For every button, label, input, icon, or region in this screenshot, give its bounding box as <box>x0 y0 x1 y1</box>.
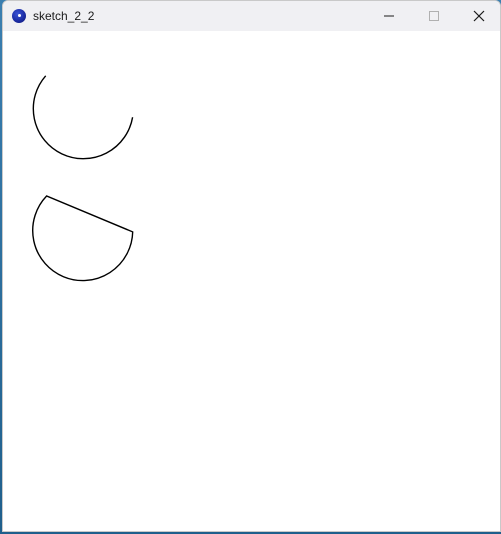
close-button[interactable] <box>456 1 500 31</box>
title-bar[interactable]: sketch_2_2 <box>3 1 500 31</box>
window-title: sketch_2_2 <box>33 9 95 23</box>
maximize-icon <box>429 11 439 21</box>
processing-app-icon <box>12 9 26 23</box>
minimize-button[interactable] <box>366 1 412 31</box>
sketch-canvas[interactable] <box>3 31 500 531</box>
open-arc-shape <box>32 75 134 160</box>
minimize-icon <box>384 15 394 17</box>
canvas-drawing <box>32 75 134 282</box>
maximize-button[interactable] <box>411 1 457 31</box>
sketch-window: sketch_2_2 <box>2 0 501 532</box>
close-icon <box>473 10 485 22</box>
chord-arc-shape <box>32 195 134 282</box>
